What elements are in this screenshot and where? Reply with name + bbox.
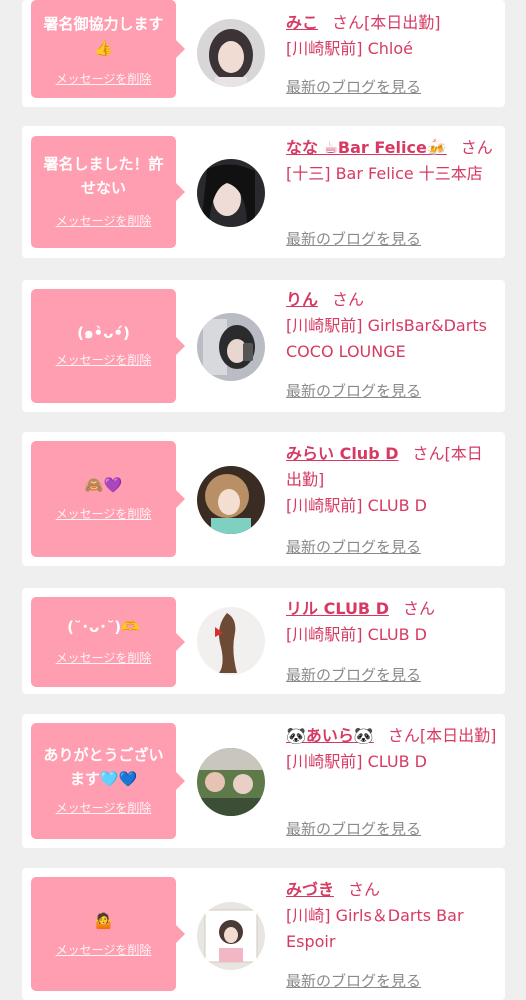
shop-info: [川崎] Girls＆Darts Bar Espoir bbox=[286, 906, 464, 951]
blog-link[interactable]: 最新のブログを見る bbox=[286, 536, 421, 557]
delete-message-link[interactable]: メッセージを削除 bbox=[31, 70, 176, 87]
honorific: さん bbox=[332, 13, 365, 32]
message-bubble: 署名御協力します👍 メッセージを削除 bbox=[31, 0, 185, 98]
cast-info: リル CLUB D さん [川崎駅前] CLUB D bbox=[286, 596, 498, 648]
delete-message-link[interactable]: メッセージを削除 bbox=[31, 799, 176, 816]
blog-link[interactable]: 最新のブログを見る bbox=[286, 664, 421, 685]
message-bubble: 署名しました！許せない メッセージを削除 bbox=[31, 136, 185, 248]
delete-message-link[interactable]: メッセージを削除 bbox=[31, 941, 176, 958]
blog-link[interactable]: 最新のブログを見る bbox=[286, 76, 421, 97]
status-badge: [本日出勤] bbox=[419, 726, 497, 745]
message-text: 署名御協力します👍 bbox=[43, 15, 164, 57]
cast-name-link[interactable]: 🐼あいら🐼 bbox=[286, 726, 374, 745]
cast-name-link[interactable]: りん bbox=[286, 290, 318, 309]
message-text: 🙈💜 bbox=[84, 476, 123, 494]
honorific: さん bbox=[412, 444, 445, 463]
cast-name-link[interactable]: みこ bbox=[286, 13, 318, 32]
honorific: さん bbox=[332, 290, 365, 309]
honorific: さん bbox=[348, 880, 381, 899]
shop-info: [川崎駅前] CLUB D bbox=[286, 752, 427, 771]
message-card: ありがとうございます🩵💙 メッセージを削除 🐼あいら🐼 さん[本日出勤] [川崎駅… bbox=[22, 714, 505, 848]
message-card: 署名しました！許せない メッセージを削除 なな ☕Bar Felice🍻 さん [… bbox=[22, 126, 505, 258]
honorific: さん bbox=[402, 599, 435, 618]
status-badge: [本日出勤] bbox=[364, 13, 441, 32]
honorific: さん bbox=[387, 726, 420, 745]
blog-link[interactable]: 最新のブログを見る bbox=[286, 228, 421, 249]
delete-message-link[interactable]: メッセージを削除 bbox=[31, 351, 176, 368]
avatar[interactable] bbox=[197, 466, 265, 534]
shop-info: [川崎駅前] GirlsBar&Darts COCO LOUNGE bbox=[286, 316, 487, 361]
avatar[interactable] bbox=[197, 159, 265, 227]
cast-name-link[interactable]: リル CLUB D bbox=[286, 599, 389, 618]
avatar[interactable] bbox=[197, 748, 265, 816]
blog-link[interactable]: 最新のブログを見る bbox=[286, 380, 421, 401]
message-bubble: 🤷 メッセージを削除 bbox=[31, 877, 185, 991]
message-card: 🤷 メッセージを削除 みづき さん [川崎] Girls＆Darts Bar Es… bbox=[22, 868, 505, 1000]
cast-info: りん さん [川崎駅前] GirlsBar&Darts COCO LOUNGE bbox=[286, 287, 498, 365]
cast-name-link[interactable]: みづき bbox=[286, 880, 334, 899]
message-text: 🤷 bbox=[94, 912, 113, 930]
shop-info: [川崎駅前] Chloé bbox=[286, 39, 413, 58]
message-text: ありがとうございます🩵💙 bbox=[43, 746, 164, 788]
shop-info: [川崎駅前] CLUB D bbox=[286, 496, 427, 515]
cast-info: 🐼あいら🐼 さん[本日出勤] [川崎駅前] CLUB D bbox=[286, 723, 498, 775]
cast-name-link[interactable]: なな ☕Bar Felice🍻 bbox=[286, 138, 447, 157]
blog-link[interactable]: 最新のブログを見る bbox=[286, 818, 421, 839]
avatar[interactable] bbox=[197, 19, 265, 87]
message-text: (๑•̀ᴗ•́) bbox=[77, 324, 130, 342]
cast-info: みづき さん [川崎] Girls＆Darts Bar Espoir bbox=[286, 877, 498, 955]
message-text: (˘･ᴗ･˘)🫶 bbox=[67, 618, 140, 636]
cast-info: みこ さん[本日出勤] [川崎駅前] Chloé bbox=[286, 10, 498, 62]
delete-message-link[interactable]: メッセージを削除 bbox=[31, 649, 176, 666]
cast-name-link[interactable]: みらい Club D bbox=[286, 444, 399, 463]
avatar[interactable] bbox=[197, 607, 265, 675]
cast-info: みらい Club D さん[本日出勤] [川崎駅前] CLUB D bbox=[286, 441, 498, 519]
message-bubble: (๑•̀ᴗ•́) メッセージを削除 bbox=[31, 289, 185, 403]
message-card: 🙈💜 メッセージを削除 みらい Club D さん[本日出勤] [川崎駅前] CL… bbox=[22, 432, 505, 566]
message-list: 署名御協力します👍 メッセージを削除 みこ さん[本日出勤] [川崎駅前] Chl… bbox=[0, 0, 526, 1000]
message-bubble: ありがとうございます🩵💙 メッセージを削除 bbox=[31, 723, 185, 839]
message-text: 署名しました！許せない bbox=[43, 155, 164, 197]
shop-info: [十三] Bar Felice 十三本店 bbox=[286, 164, 483, 183]
honorific: さん bbox=[460, 138, 493, 157]
message-card: (˘･ᴗ･˘)🫶 メッセージを削除 リル CLUB D さん [川崎駅前] CLU… bbox=[22, 588, 505, 694]
delete-message-link[interactable]: メッセージを削除 bbox=[31, 505, 176, 522]
message-bubble: 🙈💜 メッセージを削除 bbox=[31, 441, 185, 557]
shop-info: [川崎駅前] CLUB D bbox=[286, 625, 427, 644]
cast-info: なな ☕Bar Felice🍻 さん [十三] Bar Felice 十三本店 bbox=[286, 135, 498, 187]
message-card: (๑•̀ᴗ•́) メッセージを削除 りん さん [川崎駅前] GirlsBar&D… bbox=[22, 280, 505, 412]
avatar[interactable] bbox=[197, 902, 265, 970]
message-card: 署名御協力します👍 メッセージを削除 みこ さん[本日出勤] [川崎駅前] Chl… bbox=[22, 0, 505, 107]
delete-message-link[interactable]: メッセージを削除 bbox=[31, 212, 176, 229]
blog-link[interactable]: 最新のブログを見る bbox=[286, 970, 421, 991]
avatar[interactable] bbox=[197, 313, 265, 381]
message-bubble: (˘･ᴗ･˘)🫶 メッセージを削除 bbox=[31, 597, 185, 687]
